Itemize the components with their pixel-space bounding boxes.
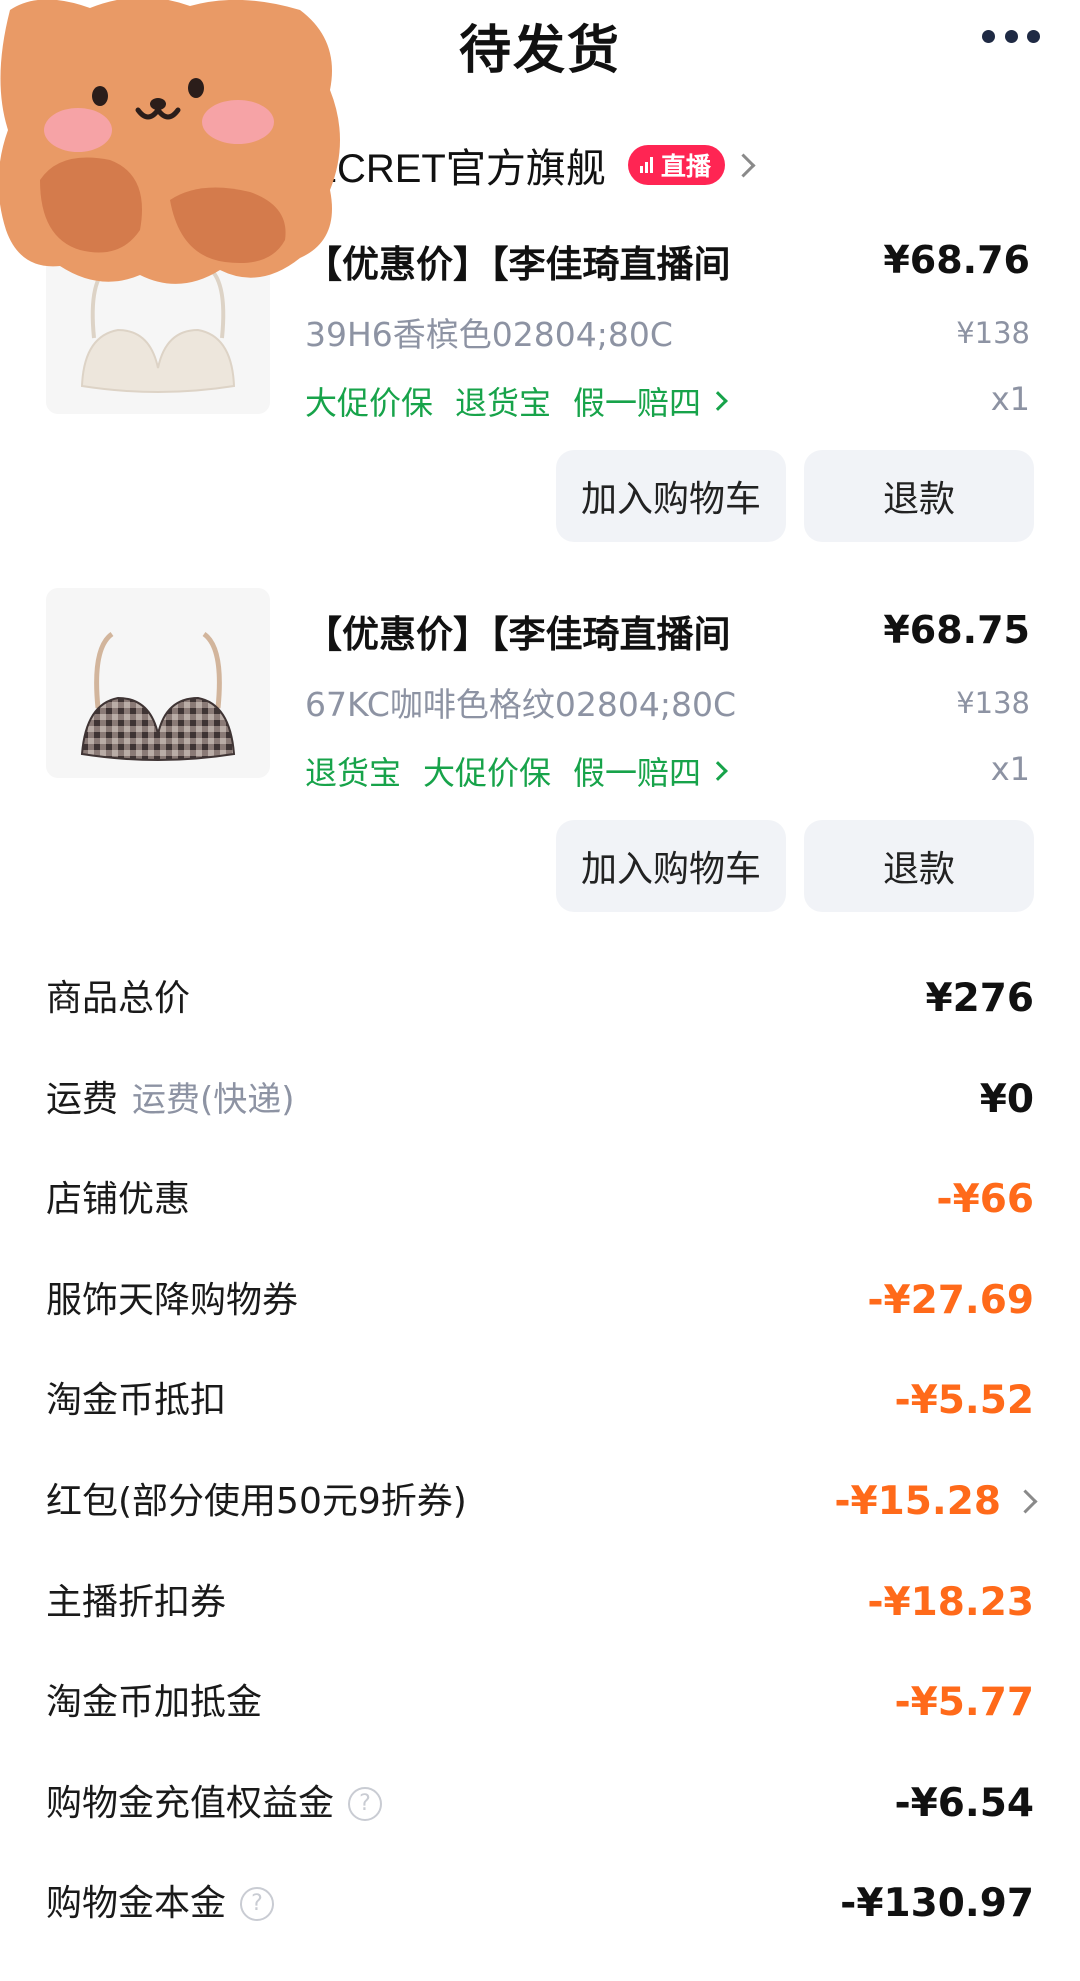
summary-row-subtotal: 商品总价 ¥276 xyxy=(0,975,1080,1076)
live-bars-icon xyxy=(639,157,655,173)
refund-button[interactable]: 退款 xyxy=(804,820,1034,912)
tag-return-insurance: 退货宝 xyxy=(305,754,402,792)
price-summary: 商品总价 ¥276 运费 运费(快递) ¥0 店铺优惠 -¥66 服饰天降购物券… xyxy=(0,975,1080,1981)
add-to-cart-button[interactable]: 加入购物车 xyxy=(556,450,786,542)
product-name[interactable]: 【优惠价】【李佳琦直播间 xyxy=(305,604,775,658)
summary-value: -¥27.69 xyxy=(867,1277,1034,1323)
summary-row-red-packet[interactable]: 红包(部分使用50元9折券) -¥15.28 xyxy=(0,1478,1080,1579)
tag-price-protect: 大促价保 xyxy=(305,384,434,422)
summary-label: 红包(部分使用50元9折券) xyxy=(46,1480,467,1522)
tag-return-insurance: 退货宝 xyxy=(455,384,552,422)
summary-row-anchor-coupon: 主播折扣券 -¥18.23 xyxy=(0,1579,1080,1680)
store-name[interactable]: VICTORIA'S SECRET官方旗舰 xyxy=(50,136,606,194)
help-icon[interactable]: ? xyxy=(348,1786,383,1821)
summary-row-store-discount: 店铺优惠 -¥66 xyxy=(0,1176,1080,1277)
summary-value: -¥15.28 xyxy=(834,1478,1001,1524)
summary-label: 店铺优惠 xyxy=(46,1179,191,1221)
summary-value: ¥276 xyxy=(925,976,1034,1021)
summary-row-gold-coin-bonus: 淘金币加抵金 -¥5.77 xyxy=(0,1679,1080,1780)
top-bar: 待发货 xyxy=(0,0,1080,82)
summary-value: ¥0 xyxy=(979,1076,1034,1122)
help-icon[interactable]: ? xyxy=(240,1887,275,1922)
plaid-bra-image xyxy=(80,631,236,761)
summary-label: 购物金本金 xyxy=(46,1883,227,1925)
tag-price-protect: 大促价保 xyxy=(423,754,552,792)
summary-value: -¥66 xyxy=(936,1177,1034,1223)
tag-fake-compensation: 假一赔四 xyxy=(573,384,702,422)
order-item[interactable]: 【优惠价】【李佳琦直播间 ¥68.76 39H6香槟色02804;80C ¥13… xyxy=(0,218,1080,558)
live-badge-label: 直播 xyxy=(660,152,711,181)
summary-label: 商品总价 xyxy=(46,978,191,1019)
summary-label: 淘金币加抵金 xyxy=(46,1682,263,1724)
shipping-method: 运费(快递) xyxy=(132,1079,295,1120)
original-price: ¥138 xyxy=(956,686,1030,720)
summary-label: 服饰天降购物券 xyxy=(46,1279,299,1321)
summary-row-recharge-bonus: 购物金充值权益金 ? -¥6.54 xyxy=(0,1780,1080,1881)
original-price: ¥138 xyxy=(956,316,1030,350)
product-quantity: x1 xyxy=(990,380,1030,418)
summary-value: -¥5.52 xyxy=(894,1378,1034,1424)
product-thumbnail[interactable] xyxy=(46,218,270,414)
summary-value: -¥5.77 xyxy=(894,1680,1034,1726)
summary-row-apparel-coupon: 服饰天降购物券 -¥27.69 xyxy=(0,1277,1080,1378)
product-thumbnail[interactable] xyxy=(46,588,270,778)
product-price: ¥68.75 xyxy=(883,608,1030,652)
add-to-cart-button[interactable]: 加入购物车 xyxy=(556,820,786,912)
chevron-right-icon xyxy=(708,761,728,781)
summary-row-shopping-gold-principal: 购物金本金 ? -¥130.97 xyxy=(0,1880,1080,1981)
product-name[interactable]: 【优惠价】【李佳琦直播间 xyxy=(305,234,775,288)
service-tags[interactable]: 退货宝 大促价保 假一赔四 xyxy=(305,748,728,794)
summary-value: -¥130.97 xyxy=(840,1881,1034,1927)
chevron-right-icon xyxy=(708,391,728,411)
tag-fake-compensation: 假一赔四 xyxy=(573,754,702,792)
more-options-icon[interactable] xyxy=(982,28,1040,44)
chevron-right-icon[interactable] xyxy=(1013,1489,1038,1514)
product-quantity: x1 xyxy=(990,750,1030,788)
summary-label: 淘金币抵扣 xyxy=(46,1380,227,1422)
store-row[interactable]: VICTORIA'S SECRET官方旗舰 直播 xyxy=(50,135,756,195)
summary-value: -¥18.23 xyxy=(867,1579,1034,1625)
refund-button[interactable]: 退款 xyxy=(804,450,1034,542)
order-item[interactable]: 【优惠价】【李佳琦直播间 ¥68.75 67KC咖啡色格纹02804;80C ¥… xyxy=(0,588,1080,928)
live-badge[interactable]: 直播 xyxy=(627,145,725,185)
summary-label: 主播折扣券 xyxy=(46,1581,227,1623)
summary-label: 运费 xyxy=(46,1078,119,1120)
cream-bra-image xyxy=(80,264,236,393)
summary-label: 购物金充值权益金 xyxy=(46,1782,335,1824)
service-tags[interactable]: 大促价保 退货宝 假一赔四 xyxy=(305,378,728,424)
product-sku: 67KC咖啡色格纹02804;80C xyxy=(305,685,736,724)
chevron-right-icon[interactable] xyxy=(731,152,756,178)
product-sku: 39H6香槟色02804;80C xyxy=(305,315,673,354)
page-title: 待发货 xyxy=(458,21,621,81)
summary-row-gold-coins: 淘金币抵扣 -¥5.52 xyxy=(0,1377,1080,1478)
summary-row-shipping: 运费 运费(快递) ¥0 xyxy=(0,1076,1080,1177)
summary-value: -¥6.54 xyxy=(894,1780,1034,1826)
product-price: ¥68.76 xyxy=(883,238,1030,282)
